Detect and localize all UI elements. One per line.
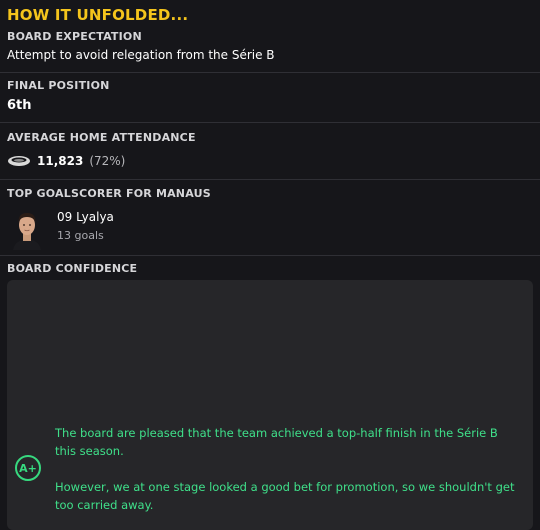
- stadium-icon: [7, 152, 31, 171]
- confidence-grade-badge: A+: [15, 455, 41, 481]
- board-expectation-label: BOARD EXPECTATION: [7, 30, 142, 43]
- season-review-panel: HOW IT UNFOLDED... BOARD EXPECTATION Att…: [0, 0, 540, 530]
- final-position-value: 6th: [7, 98, 32, 113]
- final-position-label: FINAL POSITION: [7, 79, 110, 92]
- attendance-row: 11,823 (72%): [7, 152, 125, 170]
- confidence-message-2: However, we at one stage looked a good b…: [55, 480, 515, 512]
- attendance-percent: (72%): [89, 154, 126, 168]
- attendance-value: 11,823: [37, 154, 84, 168]
- page-title: HOW IT UNFOLDED...: [7, 6, 189, 24]
- attendance-label: AVERAGE HOME ATTENDANCE: [7, 131, 196, 144]
- board-confidence-label: BOARD CONFIDENCE: [7, 262, 138, 275]
- confidence-message-1: The board are pleased that the team achi…: [55, 426, 498, 458]
- top-scorer-goals: 13 goals: [57, 229, 104, 242]
- top-scorer-name[interactable]: 09 Lyalya: [57, 210, 114, 224]
- final-position-section: FINAL POSITION 6th: [0, 73, 540, 123]
- top-scorer-label: TOP GOALSCORER FOR MANAUS: [7, 187, 211, 200]
- board-expectation-section: BOARD EXPECTATION Attempt to avoid releg…: [0, 26, 540, 73]
- board-expectation-value: Attempt to avoid relegation from the Sér…: [7, 48, 275, 62]
- player-avatar[interactable]: [9, 206, 45, 250]
